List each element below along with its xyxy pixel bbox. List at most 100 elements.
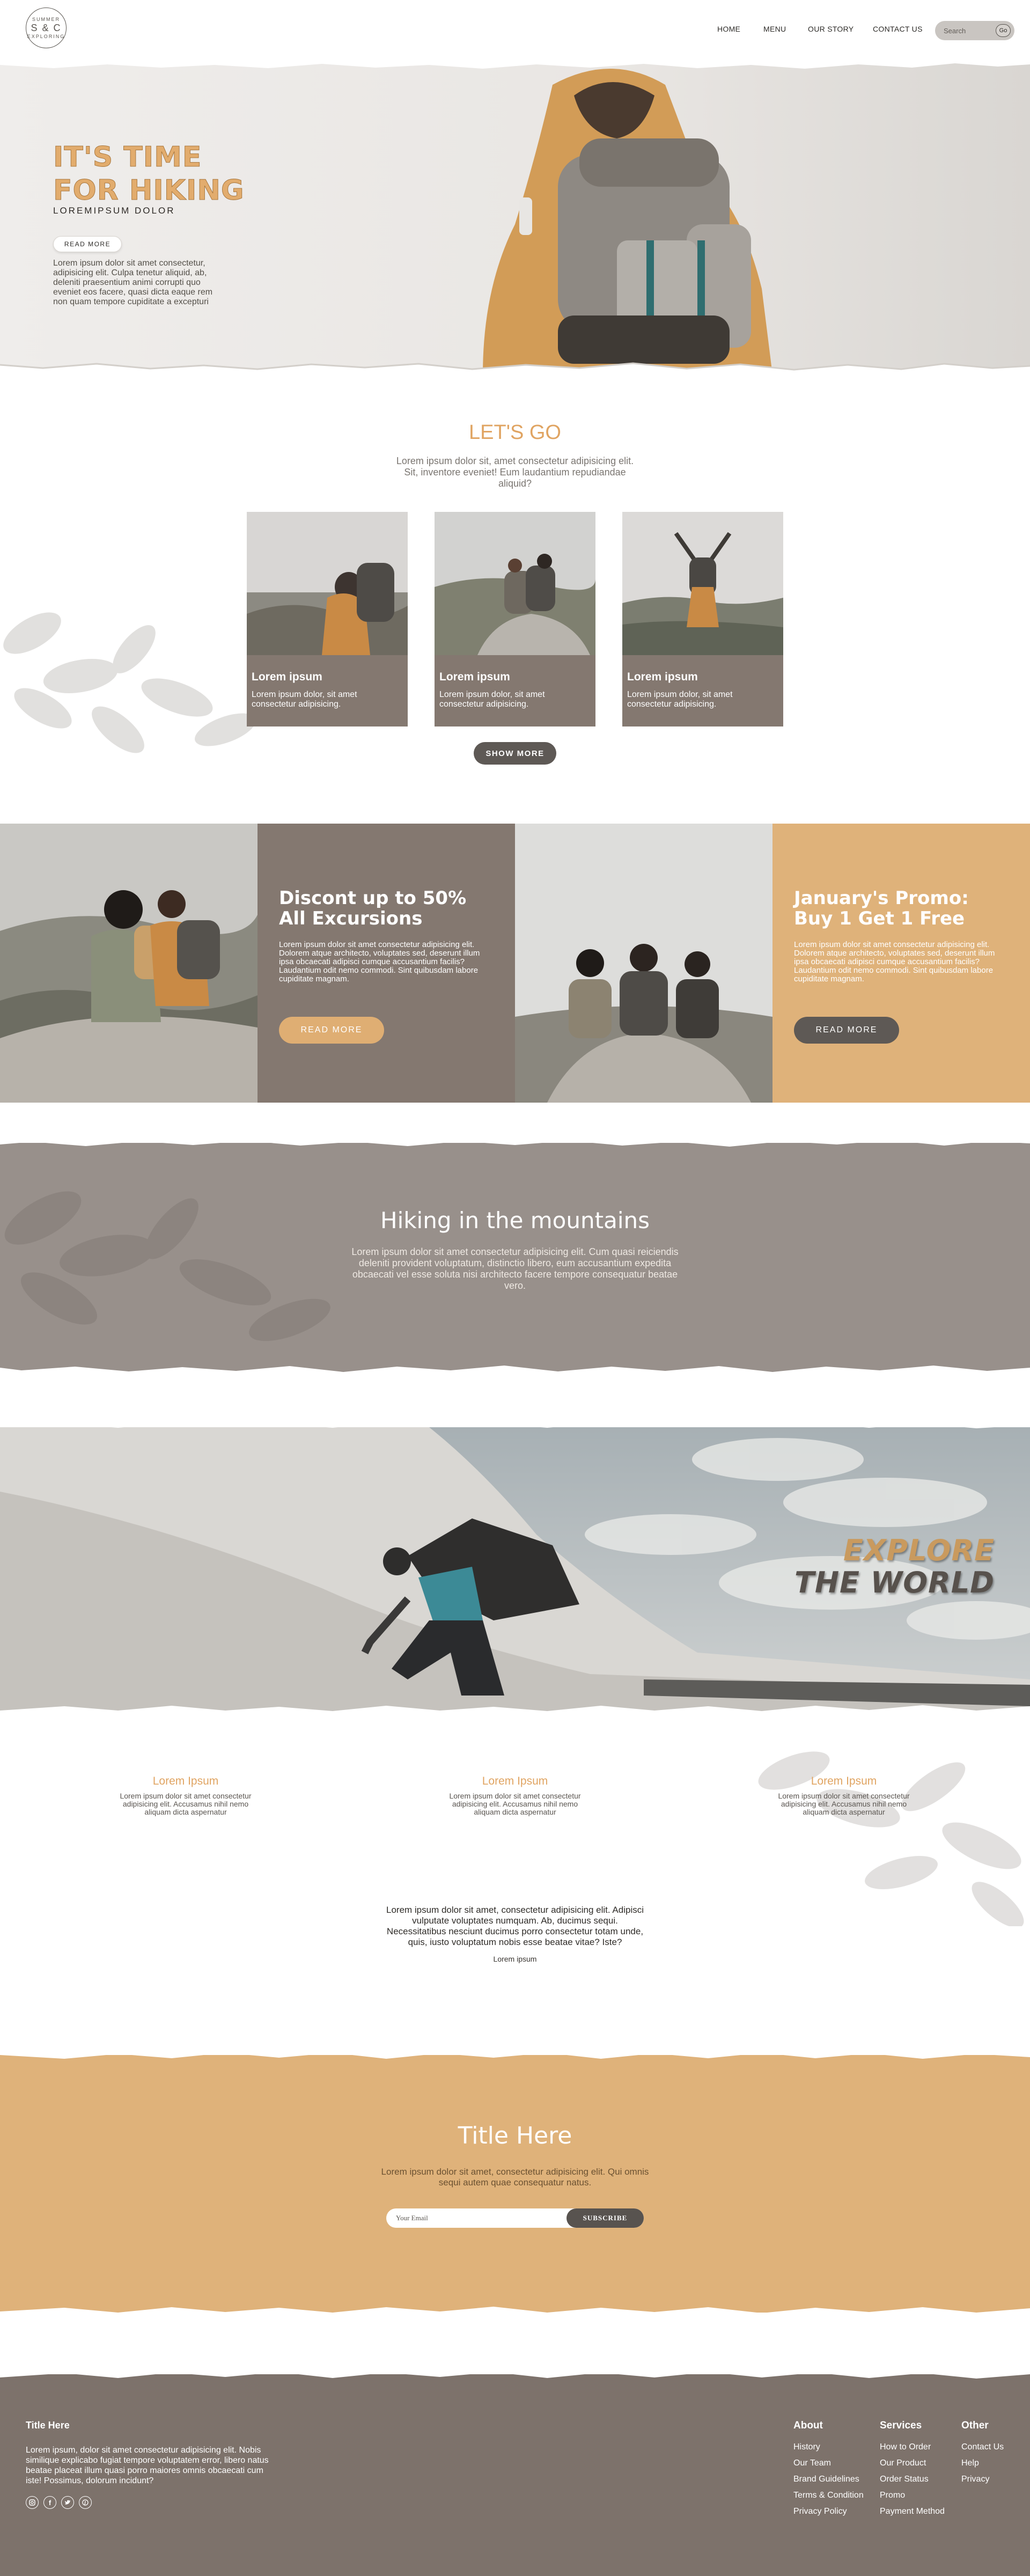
hero-top-torn-edge [0,60,1030,69]
band-top-torn-edge [0,1135,1030,1147]
hike-card-image [435,512,595,655]
site-header: SUMMER S & C EXPLORING HOME MENU OUR STO… [0,0,1030,63]
nav-item-our-story[interactable]: OUR STORY [808,25,854,33]
footer-link-contact-us[interactable]: Contact Us [961,2439,1004,2455]
search-box: Go [935,21,1014,40]
hike-card[interactable]: Lorem ipsum Lorem ipsum dolor, sit amet … [435,512,595,726]
newsletter-form: SUBSCRIBE [386,2208,644,2228]
logo-text-top: SUMMER [32,17,60,22]
promo-read-more-button[interactable]: READ MORE [794,1017,899,1044]
hero-description: Lorem ipsum dolor sit amet consectetur, … [53,259,213,306]
promo-panel-excursions: Discont up to 50% All Excursions Lorem i… [258,824,515,1103]
hike-card-image [247,512,408,655]
hike-card-title: Lorem ipsum [252,671,322,683]
footer-link-privacy[interactable]: Privacy [961,2471,1004,2487]
lets-go-title: LET'S GO [469,421,561,444]
show-more-button[interactable]: SHOW MORE [474,742,556,765]
logo-mark: S & C [31,23,62,33]
hero-image [0,63,1030,375]
footer-link-history[interactable]: History [793,2439,864,2455]
mountains-description: Lorem ipsum dolor sit amet consectetur a… [351,1246,679,1291]
footer-link-terms[interactable]: Terms & Condition [793,2487,864,2504]
footer-column-about: About History Our Team Brand Guidelines … [793,2420,864,2520]
footer-link-payment-method[interactable]: Payment Method [880,2504,945,2520]
newsletter-top-torn-edge [0,2045,1030,2059]
promo-text: Lorem ipsum dolor sit amet consectetur a… [279,940,480,984]
footer-column-heading: Other [961,2420,989,2431]
instagram-icon[interactable] [26,2496,39,2509]
hero-title: IT'S TIME FOR HIKING [53,141,245,207]
feature-title: Lorem Ipsum [482,1775,548,1787]
testimonial-quote: Lorem ipsum dolor sit amet, consectetur … [386,1905,644,1947]
nav-item-home[interactable]: HOME [717,25,740,33]
leaf-shadow-decoration [758,1751,1024,1926]
mountains-title: Hiking in the mountains [380,1207,650,1234]
hike-card[interactable]: Lorem ipsum Lorem ipsum dolor, sit amet … [622,512,783,726]
footer-link-our-product[interactable]: Our Product [880,2455,945,2471]
feature-title: Lorem Ipsum [152,1775,219,1787]
email-field[interactable] [396,2213,557,2223]
feature-item: Lorem Ipsum Lorem ipsum dolor sit amet c… [445,1775,585,1816]
hike-card-text: Lorem ipsum dolor, sit amet consectetur … [252,690,357,709]
newsletter-title: Title Here [458,2122,572,2149]
brand-logo[interactable]: SUMMER S & C EXPLORING [26,8,67,48]
explore-top-torn-edge [0,1417,1030,1428]
footer-column-heading: Services [880,2420,922,2431]
explore-bottom-torn-edge [0,1705,1030,1722]
search-go-button[interactable]: Go [996,24,1011,37]
feature-item: Lorem Ipsum Lorem ipsum dolor sit amet c… [116,1775,255,1816]
subscribe-button[interactable]: SUBSCRIBE [566,2208,644,2228]
leaf-shadow-decoration [3,612,256,753]
explore-line1: EXPLORE [843,1533,995,1567]
footer-link-brand-guidelines[interactable]: Brand Guidelines [793,2471,864,2487]
newsletter-bottom-torn-edge [0,2307,1030,2323]
footer-link-how-to-order[interactable]: How to Order [880,2439,945,2455]
hero-title-line2: FOR HIKING [53,174,245,207]
feature-text: Lorem ipsum dolor sit amet consectetur a… [449,1792,581,1816]
footer-top-torn-edge [0,2364,1030,2379]
hike-card[interactable]: Lorem ipsum Lorem ipsum dolor, sit amet … [247,512,408,726]
logo-text-bottom: EXPLORING [27,34,65,39]
facebook-icon[interactable]: f [43,2496,56,2509]
feature-text: Lorem ipsum dolor sit amet consectetur a… [778,1792,910,1816]
hero-bottom-torn-edge [0,362,1030,376]
hero-read-more-button[interactable]: READ MORE [53,236,122,252]
hike-card-title: Lorem ipsum [439,671,510,683]
footer-link-promo[interactable]: Promo [880,2487,945,2504]
band-bottom-torn-edge [0,1366,1030,1382]
promo-read-more-button[interactable]: READ MORE [279,1017,384,1044]
hike-card-text: Lorem ipsum dolor, sit amet consectetur … [439,690,545,709]
promo-image-1 [0,824,258,1103]
footer-column-services: Services How to Order Our Product Order … [880,2420,945,2520]
explore-line2: THE WORLD [794,1566,995,1599]
pinterest-icon[interactable] [79,2496,92,2509]
nav-item-menu[interactable]: MENU [763,25,786,33]
footer-link-our-team[interactable]: Our Team [793,2455,864,2471]
footer-column-other: Other Contact Us Help Privacy [961,2420,1004,2487]
newsletter-description: Lorem ipsum dolor sit amet, consectetur … [381,2167,649,2188]
nav-item-contact-us[interactable]: CONTACT US [873,25,923,33]
twitter-icon[interactable] [61,2496,74,2509]
footer-title: Title Here [26,2420,70,2431]
promo-title: January's Promo: Buy 1 Get 1 Free [794,887,969,929]
footer-link-privacy-policy[interactable]: Privacy Policy [793,2504,864,2520]
footer-column-heading: About [793,2420,823,2431]
hike-card-text: Lorem ipsum dolor, sit amet consectetur … [627,690,733,709]
feature-item: Lorem Ipsum Lorem ipsum dolor sit amet c… [774,1775,914,1816]
testimonial-author: Lorem ipsum [493,1955,537,1963]
search-input[interactable] [944,26,995,35]
lets-go-description: Lorem ipsum dolor sit, amet consectetur … [396,456,634,489]
hike-card-title: Lorem ipsum [627,671,698,683]
promo-title: Discont up to 50% All Excursions [279,887,467,929]
promo-image-2 [515,824,772,1103]
footer-link-help[interactable]: Help [961,2455,1004,2471]
feature-text: Lorem ipsum dolor sit amet consectetur a… [120,1792,252,1816]
promo-panel-january: January's Promo: Buy 1 Get 1 Free Lorem … [772,824,1030,1103]
hero-title-line1: IT'S TIME [53,141,202,174]
footer-link-order-status[interactable]: Order Status [880,2471,945,2487]
hike-card-image [622,512,783,655]
promo-text: Lorem ipsum dolor sit amet consectetur a… [794,940,995,984]
footer-description: Lorem ipsum, dolor sit amet consectetur … [26,2446,269,2485]
hero-subtitle: LOREMIPSUM DOLOR [53,206,175,216]
feature-title: Lorem Ipsum [811,1775,877,1787]
